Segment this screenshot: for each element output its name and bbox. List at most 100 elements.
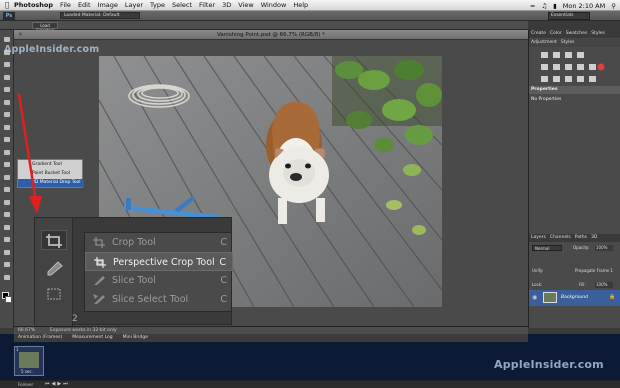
zoom-tool-icon[interactable] xyxy=(3,274,11,281)
mac-menubar:  Photoshop File Edit Image Layer Type S… xyxy=(0,0,620,11)
blend-mode-select[interactable]: Normal xyxy=(532,245,562,251)
bottom-panel-tabs: Animation (Frames) Measurement Log Mini … xyxy=(14,334,528,342)
flyout-perspective-crop-tool-label: Perspective Crop Tool xyxy=(113,257,215,268)
menu-3d[interactable]: 3D xyxy=(222,1,231,9)
3d-tool-button[interactable] xyxy=(41,284,67,304)
loop-select[interactable]: Forever xyxy=(18,382,33,387)
blur-tool-icon[interactable] xyxy=(3,186,11,193)
menu-file[interactable]: File xyxy=(60,1,71,9)
tab-layers[interactable]: Layers xyxy=(531,234,546,242)
menu-type[interactable]: Type xyxy=(150,1,165,9)
brush-tool-icon[interactable] xyxy=(3,124,11,131)
menu-window[interactable]: Window xyxy=(261,1,287,9)
adjustment-icons-grid[interactable] xyxy=(539,49,611,83)
history-brush-tool-icon[interactable] xyxy=(3,149,11,156)
menu-edit[interactable]: Edit xyxy=(78,1,91,9)
watermark-top: AppleInsider.com xyxy=(4,44,100,55)
layer-visibility-eye-icon[interactable]: ◉ xyxy=(532,294,537,301)
path-select-tool-icon[interactable] xyxy=(3,236,11,243)
flyout-crop-tool-label: Crop Tool xyxy=(112,237,156,248)
opacity-label: Opacity: xyxy=(573,245,590,250)
flyout-perspective-crop-tool[interactable]: Perspective Crop Tool C xyxy=(85,252,233,271)
dodge-tool-icon[interactable] xyxy=(3,199,11,206)
battery-icon[interactable]: ▮ xyxy=(553,2,557,10)
apple-menu-icon[interactable]:  xyxy=(0,1,14,9)
tab-adj-styles[interactable]: Styles xyxy=(561,39,575,47)
workspace-switcher[interactable]: Essentials xyxy=(548,12,590,20)
ps-badge: Ps xyxy=(3,12,15,20)
opacity-input[interactable]: 100% xyxy=(595,245,613,251)
pen-tool-icon[interactable] xyxy=(3,211,11,218)
tab-3d[interactable]: 3D xyxy=(591,234,597,242)
crop-tool-icon[interactable] xyxy=(3,86,11,93)
move-tool-icon[interactable] xyxy=(3,36,11,43)
tab-adjustment[interactable]: Adjustment xyxy=(531,39,557,47)
eyedropper-tool-button[interactable] xyxy=(41,258,67,278)
layers-tabs: Layers Channels Paths 3D xyxy=(529,234,620,242)
menu-filter[interactable]: Filter xyxy=(199,1,215,9)
flyout-crop-tool[interactable]: Crop Tool C xyxy=(85,233,233,252)
eraser-tool-icon[interactable] xyxy=(3,161,11,168)
lasso-tool-icon[interactable] xyxy=(3,61,11,68)
menu-app-name[interactable]: Photoshop xyxy=(14,1,53,9)
flyout-slice-select-tool[interactable]: Slice Select Tool C xyxy=(85,290,233,309)
tab-animation[interactable]: Animation (Frames) xyxy=(18,334,62,342)
menu-help[interactable]: Help xyxy=(293,1,308,9)
crop-tool-button[interactable] xyxy=(41,230,67,250)
menubar-status: ≈ ♫ ▮ Mon 2:10 AM ⚲ xyxy=(530,0,616,11)
gradient-tool-icon[interactable] xyxy=(3,174,11,181)
flyout-slice-tool-shortcut: C xyxy=(220,275,227,286)
tab-create[interactable]: Create xyxy=(531,30,546,38)
menu-layer[interactable]: Layer xyxy=(125,1,143,9)
close-doc-icon[interactable]: × xyxy=(18,30,23,40)
shape-tool-icon[interactable] xyxy=(3,249,11,256)
volume-icon[interactable]: ♫ xyxy=(541,2,547,10)
tab-styles[interactable]: Styles xyxy=(591,30,605,38)
loaded-material-field[interactable]: Loaded Material: Default xyxy=(60,12,140,19)
wifi-icon[interactable]: ≈ xyxy=(530,2,535,10)
flyout-slice-tool[interactable]: Slice Tool C xyxy=(85,271,233,290)
type-tool-icon[interactable] xyxy=(3,224,11,231)
flyout-perspective-crop-tool-shortcut: C xyxy=(219,257,226,268)
menu-view[interactable]: View xyxy=(238,1,253,9)
layer-thumbnail xyxy=(543,292,557,303)
flyout-slice-select-tool-label: Slice Select Tool xyxy=(112,294,189,305)
flyout-slice-select-tool-shortcut: C xyxy=(220,294,227,305)
menu-image[interactable]: Image xyxy=(98,1,118,9)
document-title: Vanishing Point.psd @ 66.7% (RGB/8) * xyxy=(217,32,325,38)
menu-select[interactable]: Select xyxy=(172,1,192,9)
layer-row-background[interactable]: ◉ Background 🔒 xyxy=(529,290,620,306)
tools-panel xyxy=(0,30,14,328)
tab-paths[interactable]: Paths xyxy=(575,234,587,242)
frame-delay[interactable]: 5 sec. xyxy=(21,369,33,374)
layer-name[interactable]: Background xyxy=(561,295,588,300)
properties-panel-title[interactable]: Properties xyxy=(529,86,620,94)
clone-stamp-tool-icon[interactable] xyxy=(3,136,11,143)
clock[interactable]: Mon 2:10 AM xyxy=(563,2,606,10)
3d-material-icon xyxy=(47,288,61,300)
tab-measurement-log[interactable]: Measurement Log xyxy=(72,334,112,342)
tab-mini-bridge[interactable]: Mini Bridge xyxy=(123,334,148,342)
animation-frame-1[interactable]: 1 5 sec. xyxy=(14,346,44,376)
quick-select-tool-icon[interactable] xyxy=(3,74,11,81)
propagate-checkbox[interactable]: Propagate Frame 1 xyxy=(575,268,613,273)
options-bar-row-2: Load Selected xyxy=(0,21,528,33)
background-color-swatch[interactable] xyxy=(5,296,12,303)
unify-label: Unify: xyxy=(532,268,544,273)
tab-channels[interactable]: Channels xyxy=(550,234,571,242)
eyedropper-tool-icon[interactable] xyxy=(3,99,11,106)
crop-icon xyxy=(92,236,106,251)
fill-input[interactable]: 100% xyxy=(595,282,613,288)
load-selected-button[interactable]: Load Selected xyxy=(32,22,58,33)
adjustment-tabs: Adjustment Styles xyxy=(529,39,620,47)
tab-swatches[interactable]: Swatches xyxy=(566,30,588,38)
tab-color[interactable]: Color xyxy=(550,30,562,38)
document-tab[interactable]: × Vanishing Point.psd @ 66.7% (RGB/8) * xyxy=(14,30,528,40)
playback-controls[interactable]: ⏮◀▶⏭ xyxy=(45,381,70,387)
eyedropper-icon xyxy=(47,261,63,276)
flyout-slice-tool-label: Slice Tool xyxy=(112,275,156,286)
frame-thumbnail xyxy=(19,352,39,368)
spotlight-icon[interactable]: ⚲ xyxy=(611,2,616,10)
hand-tool-icon[interactable] xyxy=(3,261,11,268)
spot-healing-tool-icon[interactable] xyxy=(3,111,11,118)
